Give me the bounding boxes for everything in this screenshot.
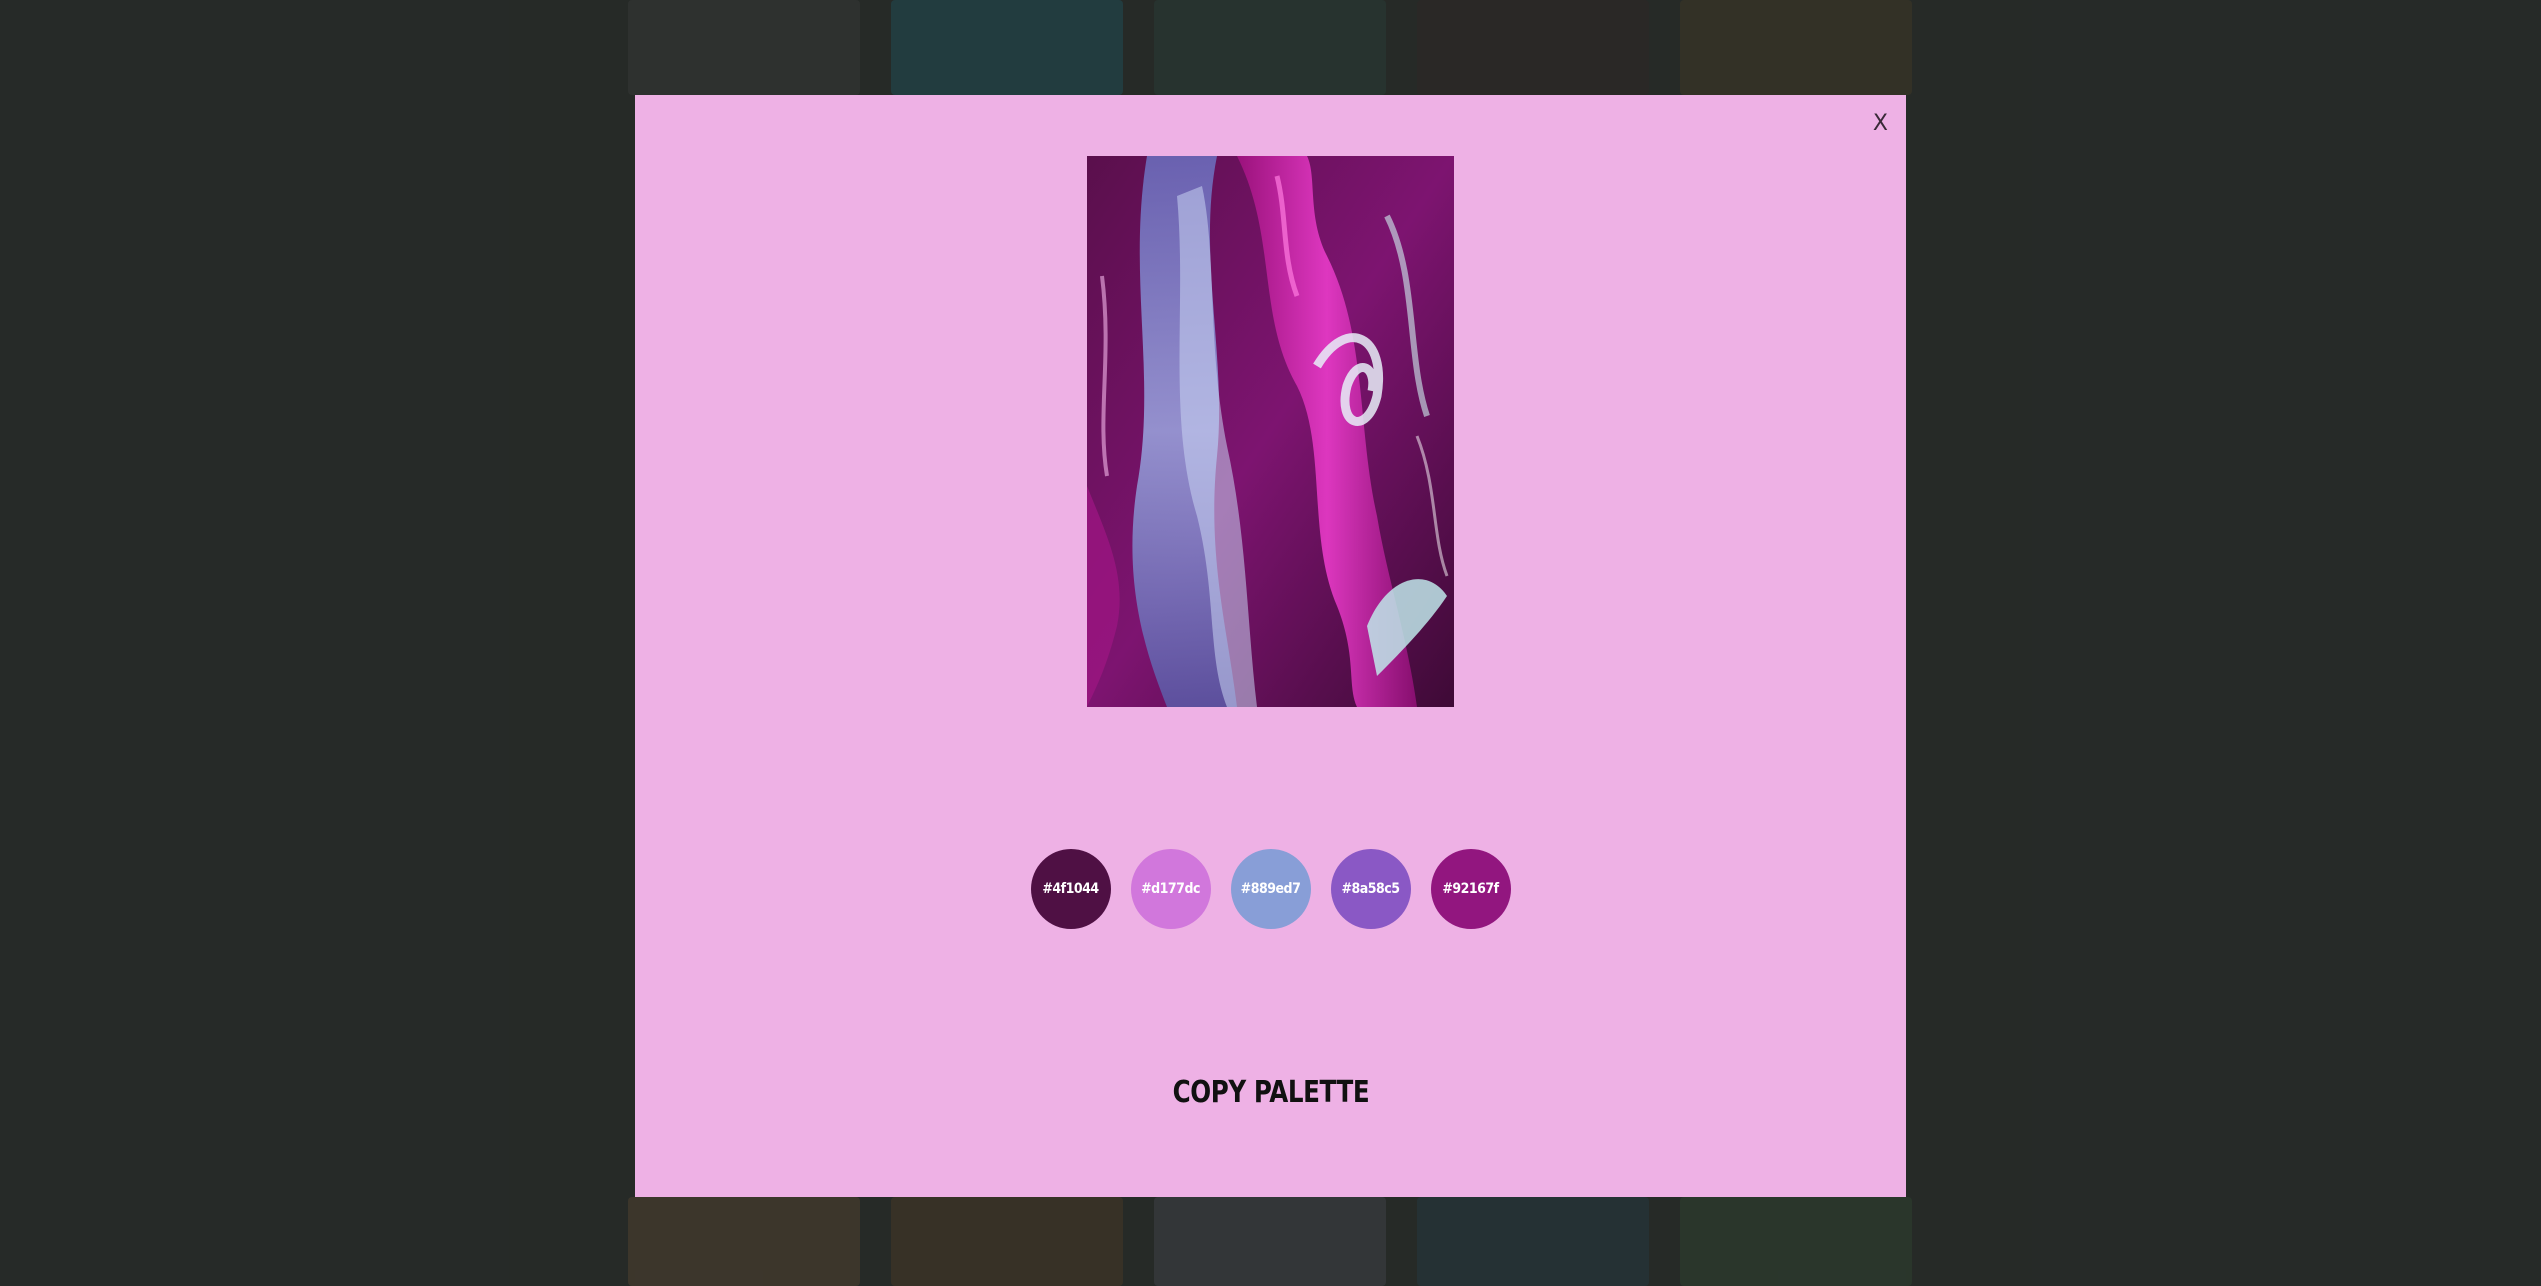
color-swatch[interactable]: #8a58c5 [1330,849,1411,929]
artwork-image [1087,156,1454,707]
color-swatch[interactable]: #92167f [1430,849,1511,929]
copy-palette-area: COPY PALETTE [635,1075,1906,1110]
swatch-hex-label: #d177dc [1141,881,1200,897]
color-swatch[interactable]: #4f1044 [1030,849,1111,929]
palette-swatches: #4f1044 #d177dc #889ed7 #8a58c5 #92167f [635,849,1906,929]
color-swatch[interactable]: #889ed7 [1230,849,1311,929]
color-swatch[interactable]: #d177dc [1130,849,1211,929]
swatch-hex-label: #4f1044 [1042,881,1099,897]
close-button[interactable]: X [1869,109,1892,139]
copy-palette-button[interactable]: COPY PALETTE [1172,1075,1369,1110]
swatch-hex-label: #92167f [1442,881,1499,897]
swatch-hex-label: #889ed7 [1240,881,1301,897]
palette-modal: X #4f1044 #d177dc #889ed7 #8a58c5 #92167… [635,95,1906,1197]
swatch-hex-label: #8a58c5 [1341,881,1400,897]
